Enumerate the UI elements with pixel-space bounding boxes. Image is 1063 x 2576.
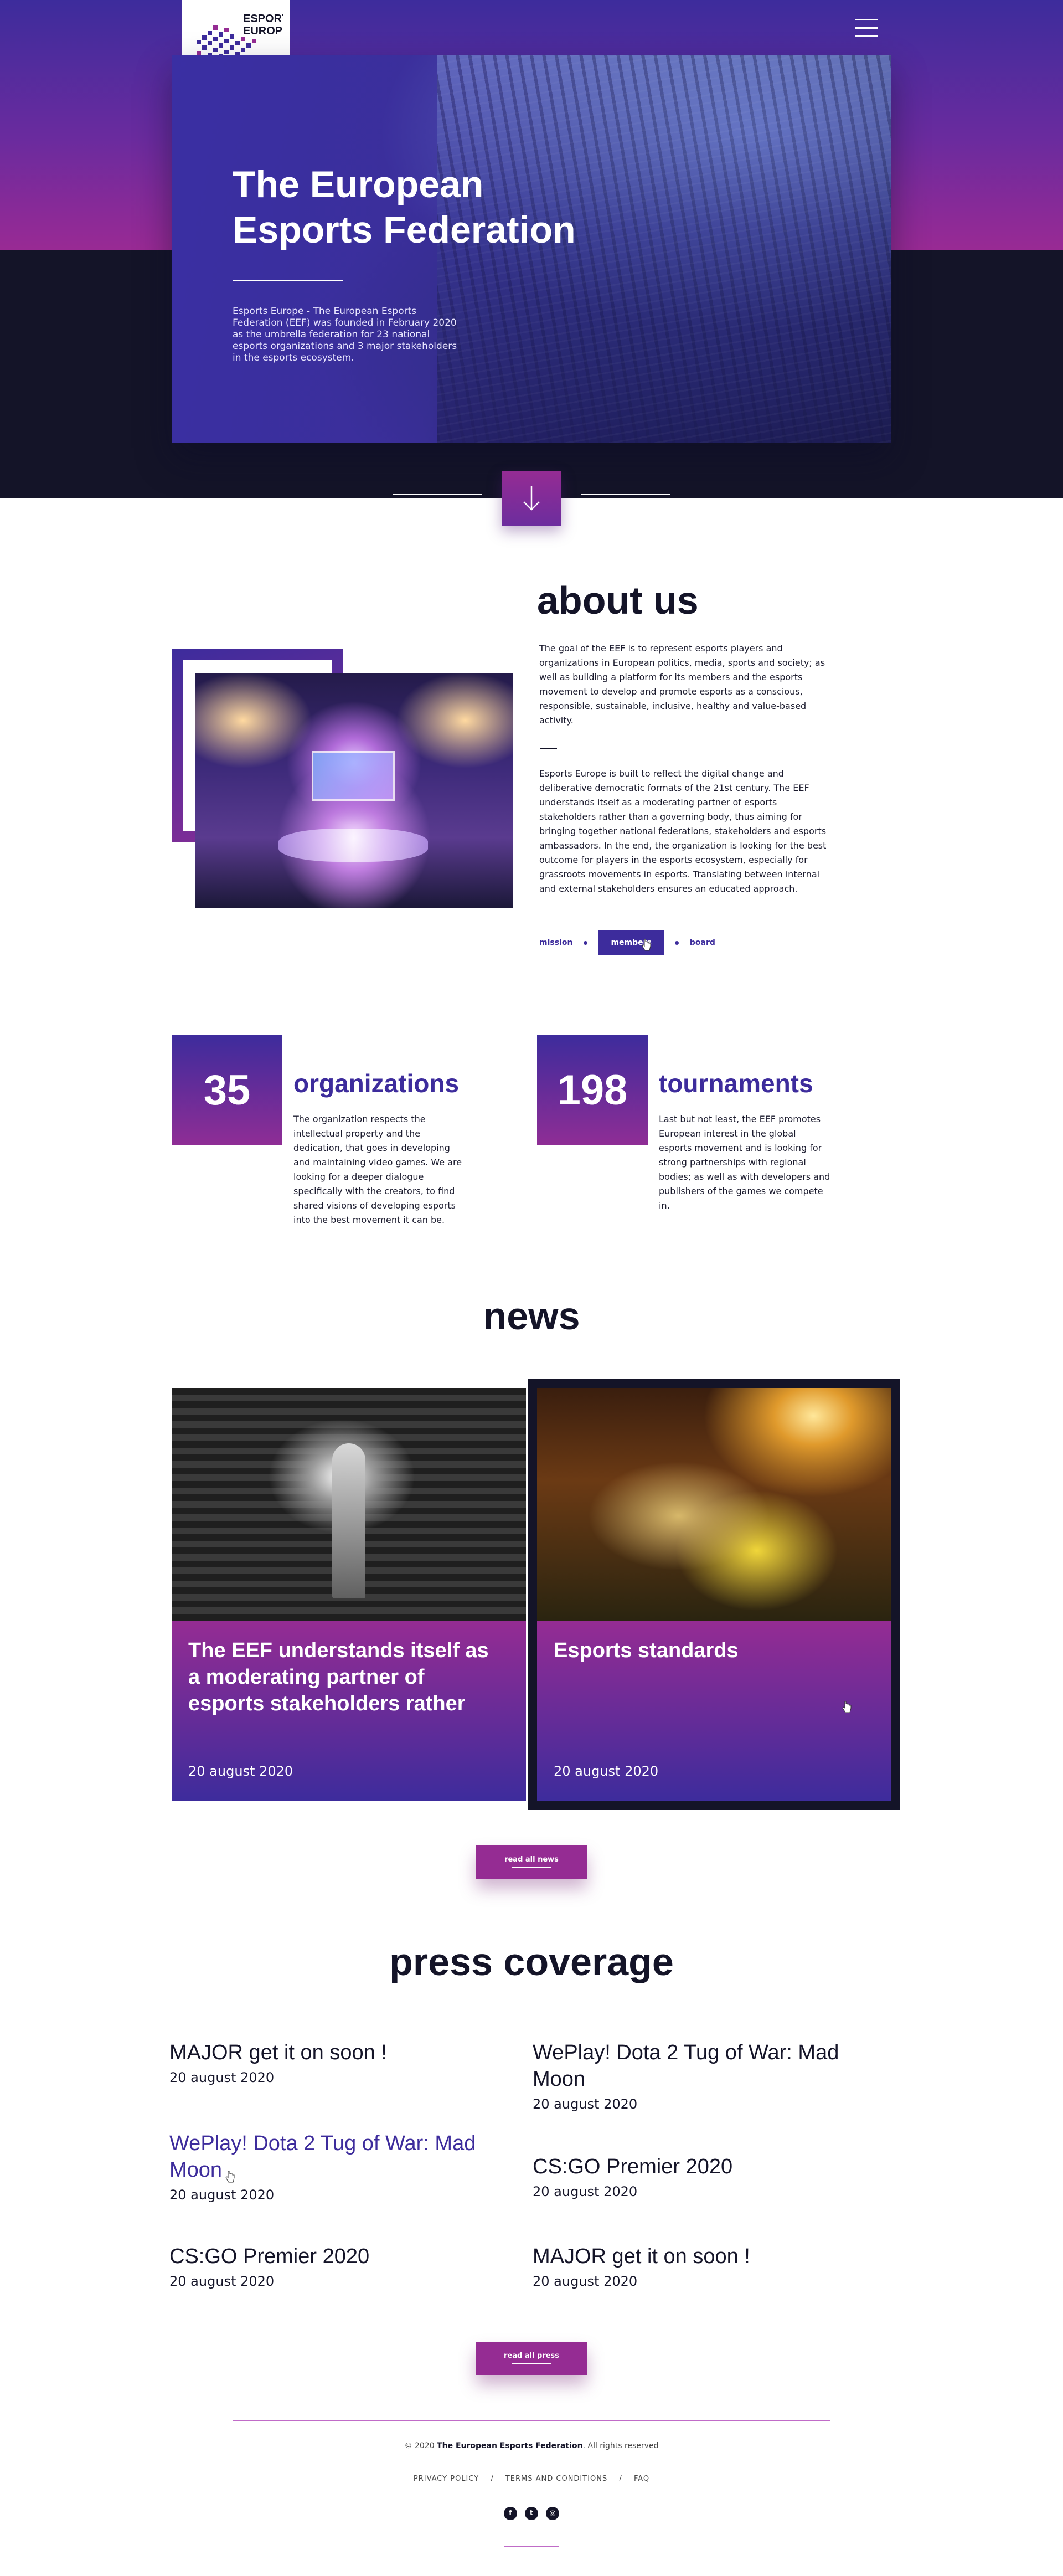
scroll-line-left <box>393 494 482 495</box>
tab-mission[interactable]: mission <box>539 930 584 955</box>
hero-title: The European Esports Federation <box>233 162 675 253</box>
press-item[interactable]: MAJOR get it on soon ! 20 august 2020 <box>169 2039 502 2087</box>
read-all-news-label: read all news <box>504 1855 559 1864</box>
about-title: about us <box>537 579 699 622</box>
privacy-policy-link[interactable]: PRIVACY POLICY <box>414 2475 479 2483</box>
hamburger-icon <box>855 35 878 37</box>
press-item-date: 20 august 2020 <box>533 2184 638 2199</box>
press-item[interactable]: WePlay! Dota 2 Tug of War: Mad Moon 20 a… <box>533 2039 865 2114</box>
news-card[interactable]: The EEF understands itself as a moderati… <box>172 1388 526 1801</box>
menu-button[interactable] <box>855 19 878 38</box>
hero-description: Esports Europe - The European Esports Fe… <box>233 306 457 363</box>
hero-banner: The European Esports Federation Esports … <box>172 55 891 443</box>
instagram-icon[interactable]: ◎ <box>546 2507 559 2520</box>
logo-text-esports: ESPORTS <box>243 13 283 25</box>
press-item-date: 20 august 2020 <box>169 2070 275 2085</box>
press-item-title: MAJOR get it on soon ! <box>169 2041 387 2064</box>
footer-copyright: © 2020 The European Esports Federation. … <box>404 2441 659 2450</box>
hamburger-icon <box>855 27 878 29</box>
press-item[interactable]: CS:GO Premier 2020 20 august 2020 <box>533 2153 865 2201</box>
news-card[interactable]: Esports standards 20 august 2020 <box>537 1388 891 1801</box>
facebook-icon[interactable]: f <box>504 2507 517 2520</box>
social-links: f t ◎ <box>0 2507 1063 2520</box>
about-paragraph-structure: Esports Europe is built to reflect the d… <box>539 768 827 894</box>
read-all-press-button[interactable]: read all press <box>476 2342 587 2375</box>
read-all-press-label: read all press <box>503 2352 560 2360</box>
hand-cursor-icon <box>225 2171 235 2183</box>
tab-members[interactable]: members <box>598 930 664 955</box>
stat-title-tournaments: tournaments <box>659 1069 813 1098</box>
press-item-title: MAJOR get it on soon ! <box>533 2245 750 2268</box>
press-title: press coverage <box>389 1940 674 1983</box>
press-item-title: WePlay! Dota 2 Tug of War: Mad Moon <box>169 2132 476 2182</box>
twitter-icon[interactable]: t <box>525 2507 538 2520</box>
hero-divider <box>233 280 343 281</box>
tab-separator-dot <box>584 940 588 945</box>
hero-title-line1: The European <box>233 163 484 205</box>
press-item-title: WePlay! Dota 2 Tug of War: Mad Moon <box>533 2041 839 2091</box>
about-arena-image <box>195 673 513 908</box>
hero-title-line2: Esports Federation <box>233 209 576 251</box>
press-item-date: 20 august 2020 <box>169 2274 275 2289</box>
news-card-date: 20 august 2020 <box>554 1763 659 1779</box>
stat-title-organizations: organizations <box>293 1069 460 1098</box>
stat-number-organizations: 35 <box>172 1035 282 1145</box>
logo-text-europe: EUROPE <box>243 25 283 37</box>
hand-cursor-icon <box>842 1701 852 1713</box>
press-item[interactable]: MAJOR get it on soon ! 20 august 2020 <box>533 2243 865 2291</box>
about-paragraph-goal: The goal of the EEF is to represent espo… <box>539 643 825 726</box>
read-all-news-button[interactable]: read all news <box>476 1845 587 1879</box>
terms-link[interactable]: TERMS AND CONDITIONS <box>505 2475 607 2483</box>
scroll-down-button[interactable] <box>502 471 561 526</box>
hand-cursor-icon <box>642 939 651 951</box>
news-card-date: 20 august 2020 <box>188 1763 293 1779</box>
press-item-date: 20 august 2020 <box>533 2096 638 2112</box>
scroll-line-right <box>581 494 670 495</box>
press-item-date: 20 august 2020 <box>533 2274 638 2289</box>
about-divider <box>540 748 557 749</box>
news-title: news <box>483 1294 580 1338</box>
press-item-date: 20 august 2020 <box>169 2187 275 2203</box>
footer-links: PRIVACY POLICY / TERMS AND CONDITIONS / … <box>413 2475 650 2483</box>
about-tabs: mission members board <box>539 930 726 955</box>
tab-separator-dot <box>674 940 679 945</box>
tab-board[interactable]: board <box>679 930 726 955</box>
footer-org-name: The European Esports Federation <box>437 2441 583 2450</box>
footer-divider <box>233 2420 830 2421</box>
arrow-down-icon <box>523 486 540 511</box>
news-card-title: Esports standards <box>554 1639 739 1662</box>
news-image-trophy <box>172 1388 526 1621</box>
press-item-title: CS:GO Premier 2020 <box>169 2245 370 2268</box>
hamburger-icon <box>855 19 878 20</box>
stat-text-tournaments: Last but not least, the EEF promotes Eur… <box>659 1114 830 1211</box>
press-item-title: CS:GO Premier 2020 <box>533 2155 733 2178</box>
stat-number-tournaments: 198 <box>537 1035 648 1145</box>
news-card-title: The EEF understands itself as a moderati… <box>188 1639 489 1715</box>
footer-accent-line <box>504 2546 559 2547</box>
faq-link[interactable]: FAQ <box>634 2475 649 2483</box>
press-item[interactable]: CS:GO Premier 2020 20 august 2020 <box>169 2243 502 2291</box>
press-item[interactable]: WePlay! Dota 2 Tug of War: Mad Moon 20 a… <box>169 2130 502 2204</box>
stat-text-organizations: The organization respects the intellectu… <box>293 1114 462 1225</box>
news-image-celebration <box>537 1388 891 1621</box>
